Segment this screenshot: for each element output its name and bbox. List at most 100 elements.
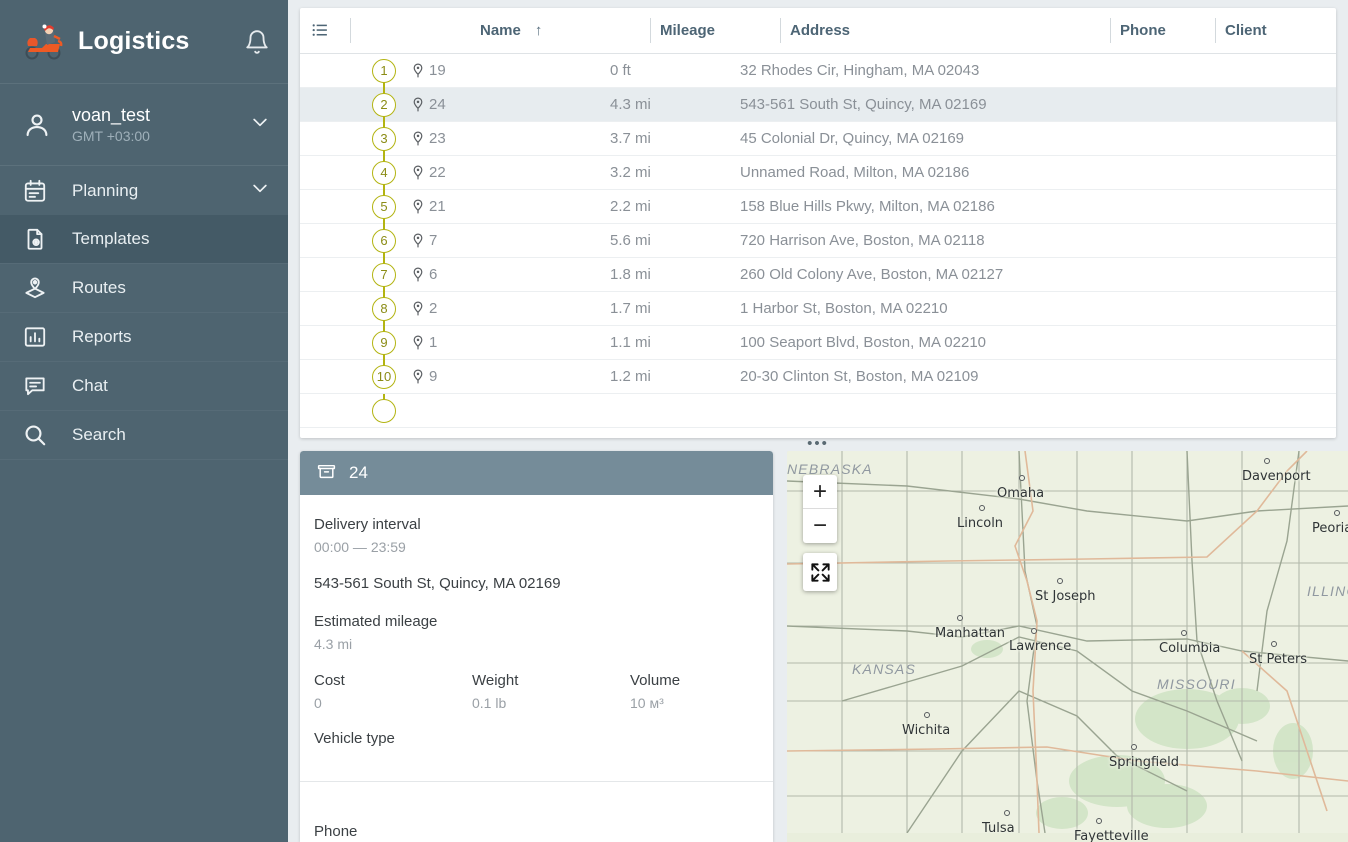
table-row[interactable]: 761.8 mi260 Old Colony Ave, Boston, MA 0… [300, 258, 1336, 292]
bell-icon[interactable] [244, 29, 270, 55]
sidebar-item-label: Templates [56, 229, 270, 249]
map-city-label: Davenport [1242, 469, 1311, 484]
column-header-name[interactable]: Name ↑ [350, 8, 650, 53]
weight-field: Weight 0.1 lb [472, 671, 630, 713]
map-pin-icon [412, 199, 424, 215]
row-sequence: 3 [300, 122, 400, 156]
sidebar-item-label: Planning [56, 181, 250, 201]
cell-mileage: 1.2 mi [600, 368, 730, 385]
column-header-phone[interactable]: Phone [1110, 8, 1215, 53]
sidebar: Logistics voan_test GMT +03:00 [0, 0, 288, 842]
sequence-badge: 7 [372, 263, 396, 287]
map-city-label: Manhattan [935, 626, 1005, 641]
table-row[interactable]: 821.7 mi1 Harbor St, Boston, MA 02210 [300, 292, 1336, 326]
map-city-dot [1019, 475, 1025, 481]
map-city-dot [1181, 630, 1187, 636]
map-city-dot [924, 712, 930, 718]
sidebar-item-reports[interactable]: Reports [0, 313, 288, 362]
sidebar-item-search[interactable]: Search [0, 411, 288, 460]
list-view-icon[interactable] [300, 8, 350, 53]
detail-body: Delivery interval 00:00 — 23:59 543-561 … [300, 495, 773, 767]
sequence-badge: 1 [372, 59, 396, 83]
field-label: Weight [472, 671, 630, 691]
cell-address: 720 Harrison Ave, Boston, MA 02118 [730, 232, 1060, 249]
column-header-client[interactable]: Client [1215, 8, 1336, 53]
cell-name: 6 [400, 266, 600, 283]
row-sequence: 6 [300, 224, 400, 258]
point-name: 21 [429, 198, 446, 215]
table-row[interactable]: 675.6 mi720 Harrison Ave, Boston, MA 021… [300, 224, 1336, 258]
zoom-out-button[interactable]: − [803, 509, 837, 543]
sidebar-item-chat[interactable]: Chat [0, 362, 288, 411]
column-header-address[interactable]: Address [780, 8, 1110, 53]
map-city-dot [1096, 818, 1102, 824]
row-sequence: 8 [300, 292, 400, 326]
zoom-in-button[interactable]: + [803, 475, 837, 509]
table-row[interactable]: 911.1 mi100 Seaport Blvd, Boston, MA 022… [300, 326, 1336, 360]
sequence-badge: 6 [372, 229, 396, 253]
table-row[interactable]: 3233.7 mi45 Colonial Dr, Quincy, MA 0216… [300, 122, 1336, 156]
field-value: 0 [314, 693, 472, 713]
panel-resize-handle[interactable]: ••• [300, 438, 1336, 451]
sidebar-item-routes[interactable]: Routes [0, 264, 288, 313]
point-name: 24 [429, 96, 446, 113]
sidebar-filler [0, 460, 288, 842]
map-city-label: Springfield [1109, 755, 1179, 770]
sidebar-item-planning[interactable]: Planning [0, 166, 288, 215]
map-city-label: Lawrence [1009, 639, 1071, 654]
chevron-down-icon[interactable] [250, 178, 270, 203]
page-title: Logistics [70, 27, 244, 56]
points-table-card: Name ↑ Mileage Address Phone Client 1 19 0… [300, 8, 1336, 438]
search-icon [22, 422, 56, 448]
map-pin-icon [412, 369, 424, 385]
route-map-icon [22, 275, 56, 301]
map-city-dot [1271, 641, 1277, 647]
cell-address: 45 Colonial Dr, Quincy, MA 02169 [730, 130, 1060, 147]
sort-ascending-icon[interactable]: ↑ [535, 22, 543, 39]
sequence-badge: 10 [372, 365, 396, 389]
table-row[interactable] [300, 394, 1336, 428]
sidebar-item-templates[interactable]: Templates [0, 215, 288, 264]
cell-mileage: 1.7 mi [600, 300, 730, 317]
map-city-dot [1057, 578, 1063, 584]
field-label: Cost [314, 671, 472, 691]
cell-name: 21 [400, 198, 600, 215]
point-name: 23 [429, 130, 446, 147]
chevron-down-icon[interactable] [250, 112, 270, 137]
user-text: voan_test GMT +03:00 [56, 104, 250, 146]
user-account-block[interactable]: voan_test GMT +03:00 [0, 84, 288, 166]
table-row[interactable]: 2244.3 mi543-561 South St, Quincy, MA 02… [300, 88, 1336, 122]
fullscreen-icon[interactable] [803, 553, 837, 591]
cell-mileage: 1.8 mi [600, 266, 730, 283]
cell-name: 24 [400, 96, 600, 113]
map-city-label: Lincoln [957, 516, 1003, 531]
point-name: 19 [429, 62, 446, 79]
cell-mileage: 0 ft [600, 62, 730, 79]
phone-label: Phone [314, 822, 759, 842]
map-pin-icon [412, 97, 424, 113]
document-pin-icon [22, 226, 56, 252]
map-view[interactable]: + − OmahaLincolnDavenportPeoriaSt Joseph… [787, 451, 1348, 842]
map-city-dot [979, 505, 985, 511]
table-row[interactable]: 1091.2 mi20-30 Clinton St, Boston, MA 02… [300, 360, 1336, 394]
map-state-label: KANSAS [852, 661, 916, 677]
point-name: 9 [429, 368, 437, 385]
table-row[interactable]: 5212.2 mi158 Blue Hills Pkwy, Milton, MA… [300, 190, 1336, 224]
table-row[interactable]: 4223.2 miUnnamed Road, Milton, MA 02186 [300, 156, 1336, 190]
sidebar-item-label: Chat [56, 376, 270, 396]
sequence-badge: 2 [372, 93, 396, 117]
cell-name: 23 [400, 130, 600, 147]
field-label: Estimated mileage [314, 612, 759, 632]
field-value: 00:00 — 23:59 [314, 537, 759, 557]
table-row[interactable]: 1190 ft32 Rhodes Cir, Hingham, MA 02043 [300, 54, 1336, 88]
map-state-label: MISSOURI [1157, 676, 1236, 692]
column-label: Phone [1120, 22, 1166, 39]
map-city-label: St Joseph [1035, 589, 1096, 604]
field-value: 10 м³ [630, 693, 773, 713]
map-zoom-controls[interactable]: + − [803, 475, 837, 543]
scooter-logo-icon [16, 22, 70, 62]
cell-address: 1 Harbor St, Boston, MA 02210 [730, 300, 1060, 317]
calendar-icon [22, 178, 56, 204]
column-header-mileage[interactable]: Mileage [650, 8, 780, 53]
row-sequence: 4 [300, 156, 400, 190]
